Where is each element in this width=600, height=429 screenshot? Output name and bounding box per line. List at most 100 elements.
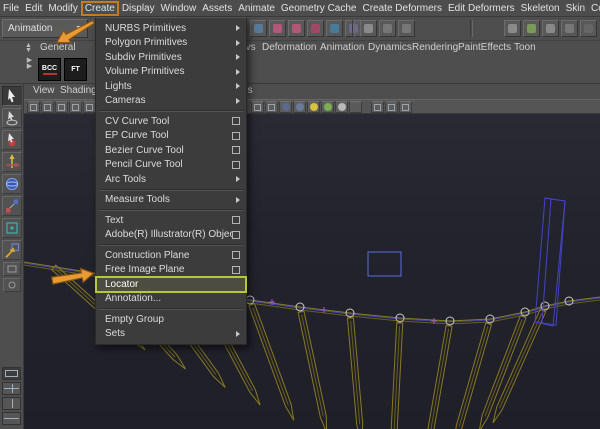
camera-attrs-icon[interactable] bbox=[27, 101, 40, 113]
shelf-tab-toon[interactable]: Toon bbox=[514, 42, 536, 53]
menubar-item-geometry-cache[interactable]: Geometry Cache bbox=[278, 2, 360, 15]
menubar-item-create-deformers[interactable]: Create Deformers bbox=[360, 2, 445, 15]
menu-item-ep-curve-tool[interactable]: EP Curve Tool bbox=[96, 129, 246, 144]
render-view-icon[interactable] bbox=[504, 20, 521, 37]
menubar-item-skeleton[interactable]: Skeleton bbox=[518, 2, 563, 15]
annotation-arrow-locator bbox=[51, 267, 95, 285]
checker-icon[interactable] bbox=[293, 101, 306, 113]
menubar-item-assets[interactable]: Assets bbox=[199, 2, 235, 15]
option-box-icon bbox=[232, 117, 240, 126]
menubar-item-edit-deformers[interactable]: Edit Deformers bbox=[445, 2, 518, 15]
selected-curve-rect[interactable] bbox=[367, 251, 402, 277]
menubar-item-animate[interactable]: Animate bbox=[235, 2, 278, 15]
submenu-arrow-icon bbox=[236, 97, 240, 104]
menu-item-free-image-plane[interactable]: Free Image Plane bbox=[96, 263, 246, 278]
menu-item-text[interactable]: Text bbox=[96, 213, 246, 228]
shelf-button-bcc[interactable]: BCC bbox=[38, 58, 61, 81]
option-box-icon bbox=[232, 251, 240, 260]
menubar-item-edit[interactable]: Edit bbox=[22, 2, 45, 15]
move-tool-icon[interactable] bbox=[1, 152, 22, 172]
universal-manipulator-icon[interactable] bbox=[1, 218, 22, 238]
shelf-tab-cycle-icon[interactable]: ▲ ▼ bbox=[25, 42, 33, 54]
shelf-tab-dynamics[interactable]: Dynamics bbox=[368, 42, 412, 53]
menu-item-adobe-illustrator-object[interactable]: Adobe(R) Illustrator(R) Object... bbox=[96, 228, 246, 243]
snap-point-icon[interactable] bbox=[288, 20, 305, 37]
menu-item-bezier-curve-tool[interactable]: Bezier Curve Tool bbox=[96, 143, 246, 158]
image-plane-icon[interactable] bbox=[55, 101, 68, 113]
textured-mode-icon[interactable] bbox=[279, 101, 292, 113]
menubar-item-modify[interactable]: Modify bbox=[45, 2, 80, 15]
wireframe-mode-icon[interactable] bbox=[251, 101, 264, 113]
lasso-tool-icon[interactable] bbox=[1, 108, 22, 128]
output-line-icon[interactable] bbox=[398, 20, 415, 37]
menu-item-cameras[interactable]: Cameras bbox=[96, 94, 246, 109]
tall-box-wireframe[interactable] bbox=[534, 197, 566, 327]
menu-item-measure-tools[interactable]: Measure Tools bbox=[96, 193, 246, 208]
shelf-tab-deformation[interactable]: Deformation bbox=[262, 42, 316, 53]
flat-shade-icon[interactable] bbox=[335, 101, 348, 113]
menubar-item-display[interactable]: Display bbox=[119, 2, 158, 15]
layout-single-pane-button[interactable] bbox=[2, 367, 21, 380]
menu-item-nurbs-primitives[interactable]: NURBS Primitives bbox=[96, 21, 246, 36]
use-lights-icon[interactable] bbox=[321, 101, 334, 113]
menu-item-empty-group[interactable]: Empty Group bbox=[96, 312, 246, 327]
menubar-item-file[interactable]: File bbox=[0, 2, 22, 15]
rotate-tool-icon[interactable] bbox=[1, 174, 22, 194]
menu-item-locator[interactable]: Locator bbox=[95, 276, 247, 293]
shelf-tab-animation[interactable]: Animation bbox=[320, 42, 364, 53]
render-settings-icon[interactable] bbox=[561, 20, 578, 37]
two-d-pan-zoom-icon[interactable] bbox=[69, 101, 82, 113]
menu-item-sets[interactable]: Sets bbox=[96, 327, 246, 342]
bookmark-icon[interactable] bbox=[41, 101, 54, 113]
snap-surface-icon[interactable] bbox=[326, 20, 343, 37]
menu-separator bbox=[99, 188, 243, 191]
snap-view-icon[interactable] bbox=[307, 20, 324, 37]
panel-menu-view[interactable]: View bbox=[33, 85, 55, 96]
layout-hypershade-button[interactable] bbox=[2, 412, 21, 425]
menu-item-polygon-primitives[interactable]: Polygon Primitives bbox=[96, 36, 246, 51]
menu-separator bbox=[99, 209, 243, 211]
menubar-item-window[interactable]: Window bbox=[158, 2, 200, 15]
shelf: ▶ ▶ BCC FT bbox=[0, 56, 600, 84]
construction-history-icon[interactable] bbox=[360, 20, 377, 37]
shelf-tab-rendering[interactable]: Rendering bbox=[412, 42, 458, 53]
show-manipulator-tool-icon[interactable] bbox=[1, 240, 22, 260]
smooth-shade-icon[interactable] bbox=[307, 101, 320, 113]
scale-tool-icon[interactable] bbox=[1, 196, 22, 216]
snap-curve-icon[interactable] bbox=[269, 20, 286, 37]
bounding-box-icon[interactable] bbox=[349, 101, 362, 113]
layout-four-pane-button[interactable] bbox=[2, 382, 21, 395]
rope-joint-circles bbox=[245, 295, 574, 326]
toolbox-toggle-icon[interactable] bbox=[580, 20, 597, 37]
menu-item-cv-curve-tool[interactable]: CV Curve Tool bbox=[96, 114, 246, 129]
menu-item-volume-primitives[interactable]: Volume Primitives bbox=[96, 65, 246, 80]
menu-item-pencil-curve-tool[interactable]: Pencil Curve Tool bbox=[96, 158, 246, 173]
soft-mod-tool-icon[interactable] bbox=[2, 278, 21, 292]
menubar-item-constrain[interactable]: Constrain bbox=[588, 2, 600, 15]
panel-menu-shading[interactable]: Shading bbox=[60, 85, 97, 96]
menu-item-arc-tools[interactable]: Arc Tools bbox=[96, 172, 246, 187]
xray-icon[interactable] bbox=[385, 101, 398, 113]
option-box-icon bbox=[232, 131, 240, 140]
shelf-menu-icon[interactable]: ▶ ▶ bbox=[25, 57, 34, 82]
render-current-frame-icon[interactable] bbox=[523, 20, 540, 37]
snap-grid-icon[interactable] bbox=[250, 20, 267, 37]
menu-item-lights[interactable]: Lights bbox=[96, 79, 246, 94]
menu-item-construction-plane[interactable]: Construction Plane bbox=[96, 248, 246, 263]
layout-persp-outliner-button[interactable] bbox=[2, 397, 21, 410]
xray-joints-icon[interactable] bbox=[399, 101, 412, 113]
input-line-icon[interactable] bbox=[379, 20, 396, 37]
ipr-render-icon[interactable] bbox=[542, 20, 559, 37]
last-tool-icon[interactable] bbox=[2, 262, 21, 276]
shaded-mode-icon[interactable] bbox=[265, 101, 278, 113]
select-tool-icon[interactable] bbox=[1, 86, 22, 106]
paint-select-tool-icon[interactable] bbox=[1, 130, 22, 150]
shelf-button-ft[interactable]: FT bbox=[64, 58, 87, 81]
menubar-item-skin[interactable]: Skin bbox=[563, 2, 588, 15]
menubar-item-create[interactable]: Create bbox=[80, 0, 119, 16]
shelf-tab-painteffects[interactable]: PaintEffects bbox=[458, 42, 511, 53]
menu-item-annotation[interactable]: Annotation... bbox=[96, 292, 246, 307]
isolate-select-icon[interactable] bbox=[371, 101, 384, 113]
menu-item-subdiv-primitives[interactable]: Subdiv Primitives bbox=[96, 50, 246, 65]
option-box-icon bbox=[232, 230, 240, 239]
